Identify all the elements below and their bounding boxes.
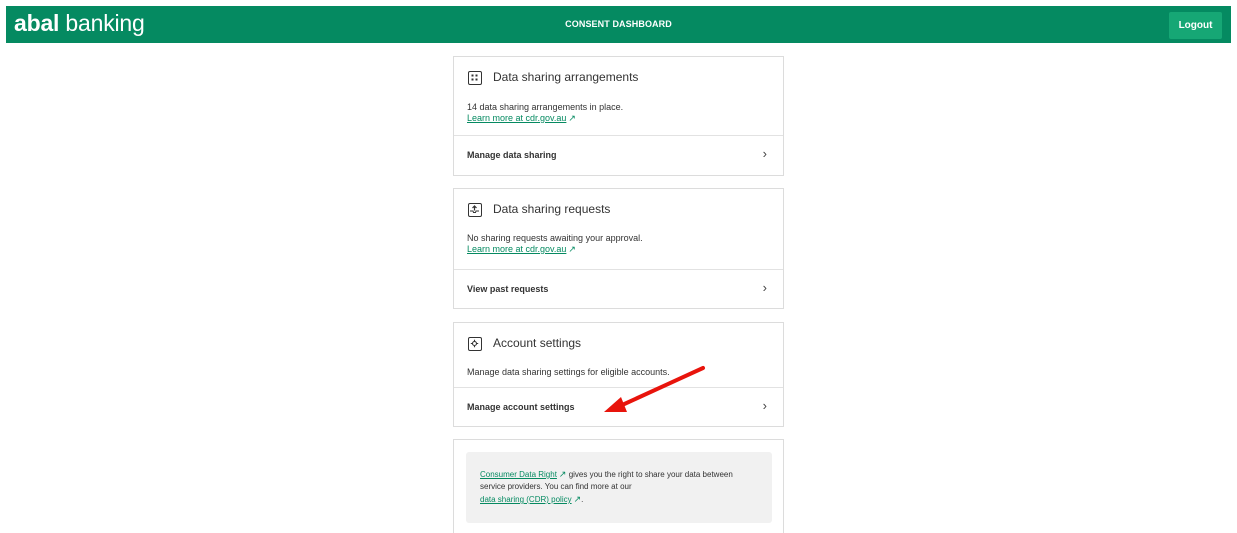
- data-sharing-arrangements-card: Data sharing arrangements 14 data sharin…: [453, 56, 784, 176]
- chevron-right-icon: ›: [762, 280, 767, 295]
- card-title: Data sharing requests: [493, 202, 611, 216]
- info-text-end: .: [581, 495, 584, 504]
- external-link-icon: ↗: [568, 244, 576, 254]
- logout-button[interactable]: Logout: [1169, 12, 1222, 39]
- view-past-requests-label: View past requests: [467, 284, 549, 294]
- card-title: Data sharing arrangements: [493, 70, 639, 84]
- card-description: Manage data sharing settings for eligibl…: [467, 367, 670, 377]
- chevron-right-icon: ›: [762, 146, 767, 161]
- manage-account-settings-row[interactable]: Manage account settings ›: [454, 387, 783, 428]
- cdr-info-box: Consumer Data Right ↗ gives you the right…: [466, 452, 772, 523]
- gear-icon: [468, 337, 482, 351]
- card-description: No sharing requests awaiting your approv…: [467, 233, 643, 243]
- data-sharing-requests-card: Data sharing requests No sharing request…: [453, 188, 784, 309]
- cdr-info-card: Consumer Data Right ↗ gives you the right…: [453, 439, 784, 533]
- manage-data-sharing-label: Manage data sharing: [467, 150, 557, 160]
- manage-account-settings-label: Manage account settings: [467, 402, 575, 412]
- view-past-requests-row[interactable]: View past requests ›: [454, 269, 783, 310]
- cdr-policy-link[interactable]: data sharing (CDR) policy: [480, 495, 572, 504]
- card-title: Account settings: [493, 336, 582, 350]
- grid-icon: [468, 71, 482, 85]
- inbox-upload-icon: [468, 203, 482, 217]
- top-bar: abal banking CONSENT DASHBOARD Logout: [6, 6, 1231, 43]
- manage-data-sharing-row[interactable]: Manage data sharing ›: [454, 135, 783, 176]
- page-title: CONSENT DASHBOARD: [565, 19, 672, 29]
- card-description: 14 data sharing arrangements in place.: [467, 102, 624, 112]
- external-link-icon: ↗: [568, 113, 576, 123]
- external-link-icon: ↗: [573, 494, 582, 504]
- chevron-right-icon: ›: [762, 398, 767, 413]
- cdr-learn-more-link[interactable]: Learn more at cdr.gov.au: [467, 113, 566, 123]
- cdr-learn-more-link[interactable]: Learn more at cdr.gov.au: [467, 244, 566, 254]
- account-settings-card: Account settings Manage data sharing set…: [453, 322, 784, 427]
- consumer-data-right-link[interactable]: Consumer Data Right: [480, 470, 557, 479]
